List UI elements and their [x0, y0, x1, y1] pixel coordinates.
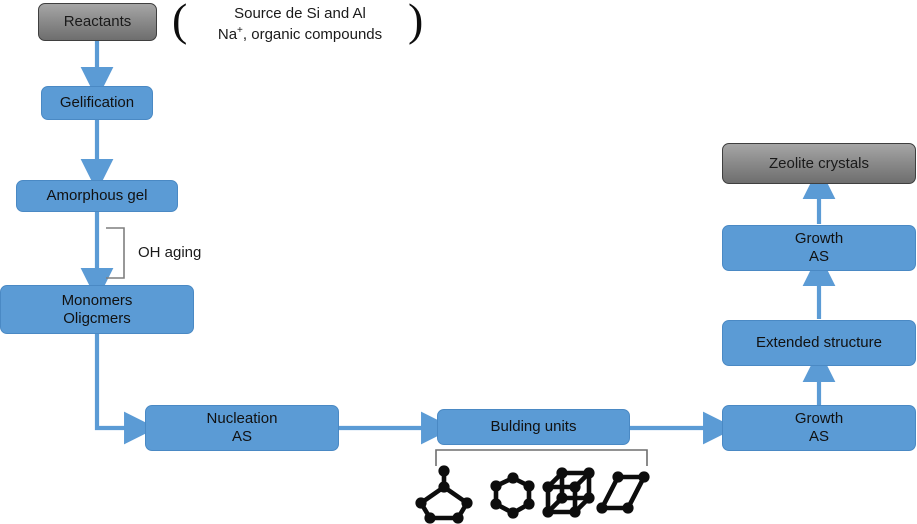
cube-cage-molecule [545, 470, 592, 515]
node-building-units-label: Bulding units [490, 418, 577, 436]
node-growth-bottom[interactable]: Growth AS [722, 405, 916, 451]
reactant-detail-rest: , organic compounds [242, 26, 383, 43]
node-monomers-line1: Monomers [61, 291, 133, 309]
node-extended-structure[interactable]: Extended structure [722, 320, 916, 366]
node-growth-top-line2: AS [808, 248, 829, 265]
reactant-detail-line1: Source de Si and Al [234, 5, 366, 22]
node-nucleation-line1: Nucleation [206, 410, 278, 428]
node-extended-structure-label: Extended structure [756, 334, 882, 352]
reactant-close-paren: ) [408, 0, 424, 45]
node-amorphous-gel-label: Amorphous gel [46, 187, 148, 205]
parallelogram-molecule [598, 474, 648, 511]
node-growth-top[interactable]: Growth AS [722, 225, 916, 271]
node-gelification[interactable]: Gelification [41, 86, 153, 120]
node-reactants-label: Reactants [63, 13, 132, 31]
node-amorphous-gel[interactable]: Amorphous gel [16, 180, 178, 212]
node-reactants[interactable]: Reactants [38, 3, 157, 41]
node-monomers-oligcmers[interactable]: Monomers Oligcmers [0, 285, 194, 334]
node-growth-bottom-line2: AS [808, 428, 829, 445]
node-growth-bottom-line1: Growth [794, 410, 844, 428]
reactant-detail-line2: Na+, organic compounds [195, 24, 405, 45]
pentagon-with-stem-molecule [417, 469, 471, 521]
node-monomers-line2: Oligcmers [63, 309, 131, 327]
node-zeolite-crystals[interactable]: Zeolite crystals [722, 143, 916, 184]
reactant-detail-sodium: Na [217, 26, 238, 43]
node-zeolite-crystals-label: Zeolite crystals [768, 154, 870, 172]
node-gelification-label: Gelification [59, 94, 135, 112]
building-units-bracket [435, 449, 648, 466]
node-growth-top-line1: Growth [794, 230, 844, 248]
node-nucleation[interactable]: Nucleation AS [145, 405, 339, 451]
oh-aging-label: OH aging [138, 244, 202, 261]
flowchart-canvas: Reactants Gelification Amorphous gel Mon… [0, 0, 917, 524]
node-building-units[interactable]: Bulding units [437, 409, 630, 445]
node-nucleation-line2: AS [231, 428, 252, 445]
oh-aging-bracket [106, 227, 125, 279]
hexagon-ring-molecule [493, 475, 532, 516]
reactant-open-paren: ( [172, 0, 188, 45]
arrow-monomers-to-nucleation [94, 334, 157, 445]
